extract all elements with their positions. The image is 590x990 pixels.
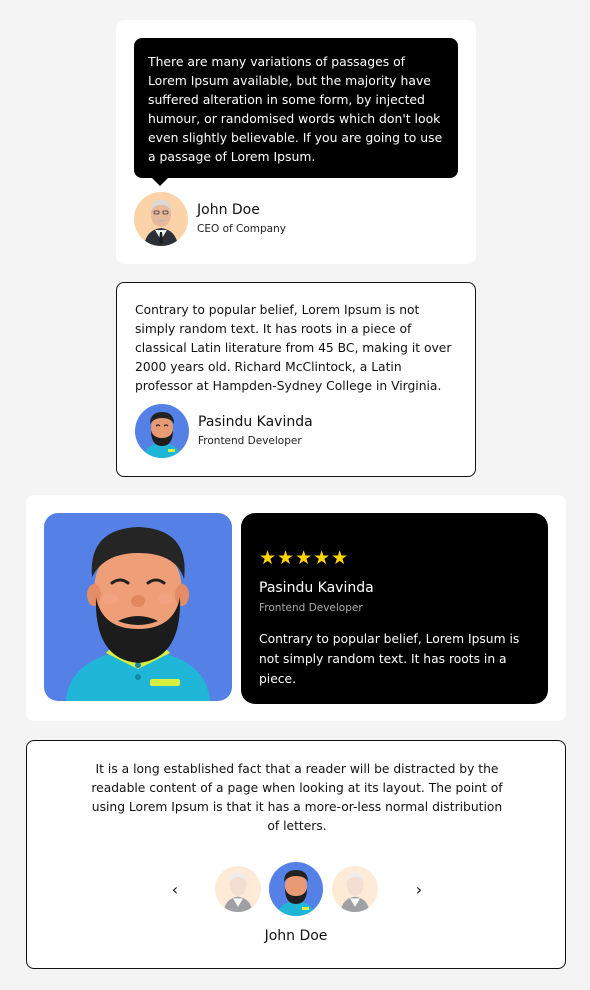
- star-rating: ★★★★★: [259, 547, 350, 569]
- avatar-thumb-active[interactable]: [269, 862, 323, 916]
- testimonial-slider: It is a long established fact that a rea…: [26, 740, 566, 969]
- avatar: [135, 404, 189, 458]
- quote-text: Contrary to popular belief, Lorem Ipsum …: [259, 632, 520, 686]
- author-name: Pasindu Kavinda: [259, 580, 374, 596]
- quote-bubble: There are many variations of passages of…: [134, 38, 458, 186]
- author-role: Frontend Developer: [198, 435, 302, 447]
- quote-text: There are many variations of passages of…: [148, 54, 443, 164]
- author-role: CEO of Company: [197, 223, 286, 235]
- author-name: Pasindu Kavinda: [198, 414, 313, 430]
- quote-text: Contrary to popular belief, Lorem Ipsum …: [135, 303, 452, 393]
- author-name: John Doe: [197, 202, 260, 218]
- testimonial-card-1: There are many variations of passages of…: [116, 20, 476, 264]
- author-role: Frontend Developer: [259, 602, 363, 614]
- quote-panel: ★★★★★ Pasindu Kavinda Frontend Developer…: [241, 513, 548, 704]
- author: John Doe CEO of Company: [134, 192, 286, 246]
- avatar: [134, 192, 188, 246]
- author-name: John Doe: [264, 928, 328, 944]
- author: Pasindu Kavinda Frontend Developer: [135, 404, 313, 458]
- avatar-thumb-prev[interactable]: [215, 866, 261, 912]
- testimonial-card-3: ★★★★★ Pasindu Kavinda Frontend Developer…: [26, 495, 566, 721]
- quote-text: It is a long established fact that a rea…: [91, 762, 503, 833]
- chevron-right-icon[interactable]: ›: [409, 879, 429, 901]
- testimonial-card-2: Contrary to popular belief, Lorem Ipsum …: [116, 282, 476, 477]
- avatar-thumb-next[interactable]: [332, 866, 378, 912]
- chevron-left-icon[interactable]: ‹: [165, 879, 185, 901]
- author-photo: [44, 513, 232, 701]
